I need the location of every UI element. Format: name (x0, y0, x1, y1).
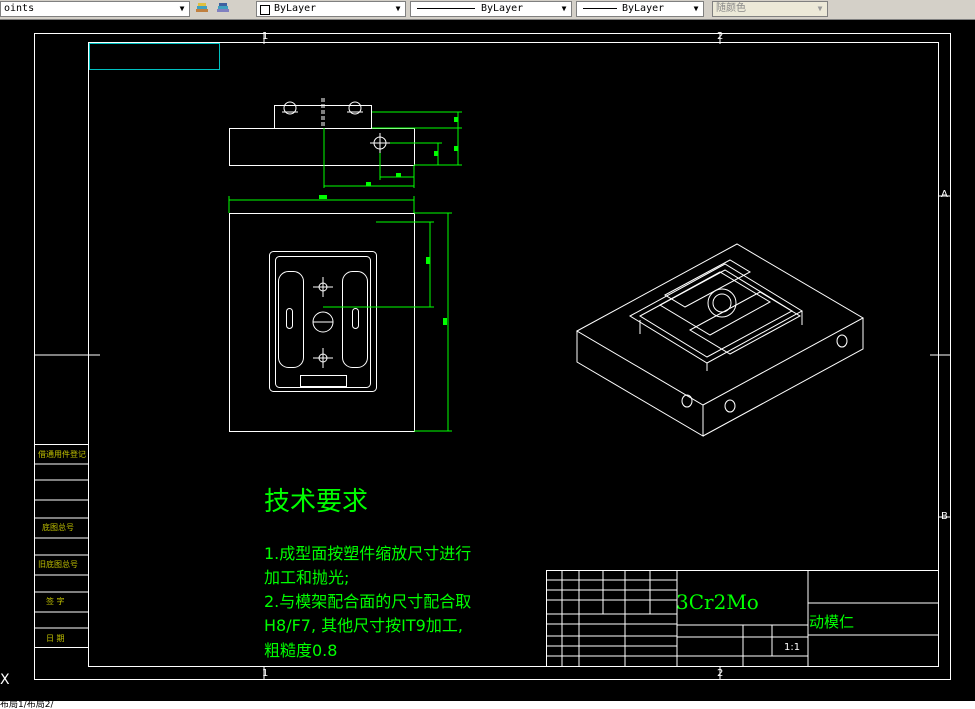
notes-title: 技术要求 (264, 487, 369, 517)
zone-label-top-2: 2 (717, 31, 724, 42)
corner-box (89, 43, 220, 70)
title-block-part-name: 动模仁 (809, 613, 855, 631)
linetype-combo-value: ByLayer (481, 3, 524, 14)
linetype-combo[interactable]: ByLayer ▼ (410, 1, 572, 17)
color-combo-value: ByLayer (274, 3, 317, 14)
lineweight-combo[interactable]: ByLayer ▼ (576, 1, 704, 17)
layer-states-icon[interactable] (193, 1, 211, 17)
stamp-label-4: 签 字 (46, 597, 65, 606)
zone-label-a: A (941, 189, 948, 200)
title-block (546, 570, 939, 667)
color-swatch-icon (260, 5, 270, 15)
notes-line-4: H8/F7, 其他尺寸按IT9加工, (264, 616, 463, 635)
chevron-down-icon[interactable]: ▼ (393, 3, 403, 15)
lineweight-preview-icon (583, 8, 617, 9)
elevation-dimensions (323, 111, 462, 188)
zone-label-bottom-1: 1 (262, 668, 269, 679)
chevron-down-icon[interactable]: ▼ (815, 3, 825, 15)
points-combo-value: oints (4, 3, 35, 14)
plotstyle-combo-value: 随颜色 (716, 3, 746, 14)
stamp-label-5: 日 期 (46, 634, 65, 643)
drawing-canvas[interactable] (0, 19, 975, 701)
chevron-down-icon[interactable]: ▼ (177, 3, 187, 15)
color-combo[interactable]: ByLayer ▼ (256, 1, 406, 17)
left-stamp-table (34, 444, 89, 648)
plan-view (229, 213, 415, 432)
notes-line-2: 加工和抛光; (264, 568, 350, 587)
stamp-label-2: 旧底图总号 (38, 560, 78, 569)
title-block-scale: 1:1 (784, 642, 801, 653)
ucs-icon: X (0, 672, 10, 688)
drawing-frame (34, 33, 951, 680)
chevron-down-icon[interactable]: ▼ (691, 3, 701, 15)
title-block-material: 3Cr2Mo (676, 590, 759, 614)
layout-tabs-bar[interactable]: 布局1/布局2/ (0, 701, 975, 709)
notes-line-3: 2.与模架配合面的尺寸配合取 (264, 592, 472, 611)
notes-line-5: 粗糙度0.8 (264, 641, 338, 660)
stamp-label-1: 借通用件登记 (38, 450, 86, 459)
lineweight-combo-value: ByLayer (622, 3, 665, 14)
stamp-label-3: 底图总号 (42, 523, 74, 532)
chevron-down-icon[interactable]: ▼ (559, 3, 569, 15)
isometric-view (575, 243, 865, 437)
linetype-preview-icon (417, 8, 475, 9)
notes-line-1: 1.成型面按塑件缩放尺寸进行 (264, 544, 472, 563)
plotstyle-combo[interactable]: 随颜色 ▼ (712, 1, 828, 17)
zone-label-b: B (941, 511, 948, 522)
layer-previous-icon[interactable] (214, 1, 232, 17)
plan-dimensions (228, 195, 452, 432)
properties-toolbar: oints ▼ ByLayer ▼ ByLayer ▼ ByLayer ▼ 随颜… (0, 0, 975, 20)
layout-tabs-label[interactable]: 布局1/布局2/ (0, 701, 54, 709)
zone-label-top-1: 1 (262, 31, 269, 42)
points-combo[interactable]: oints ▼ (0, 1, 190, 17)
elevation-view (229, 98, 415, 166)
zone-label-bottom-2: 2 (717, 668, 724, 679)
